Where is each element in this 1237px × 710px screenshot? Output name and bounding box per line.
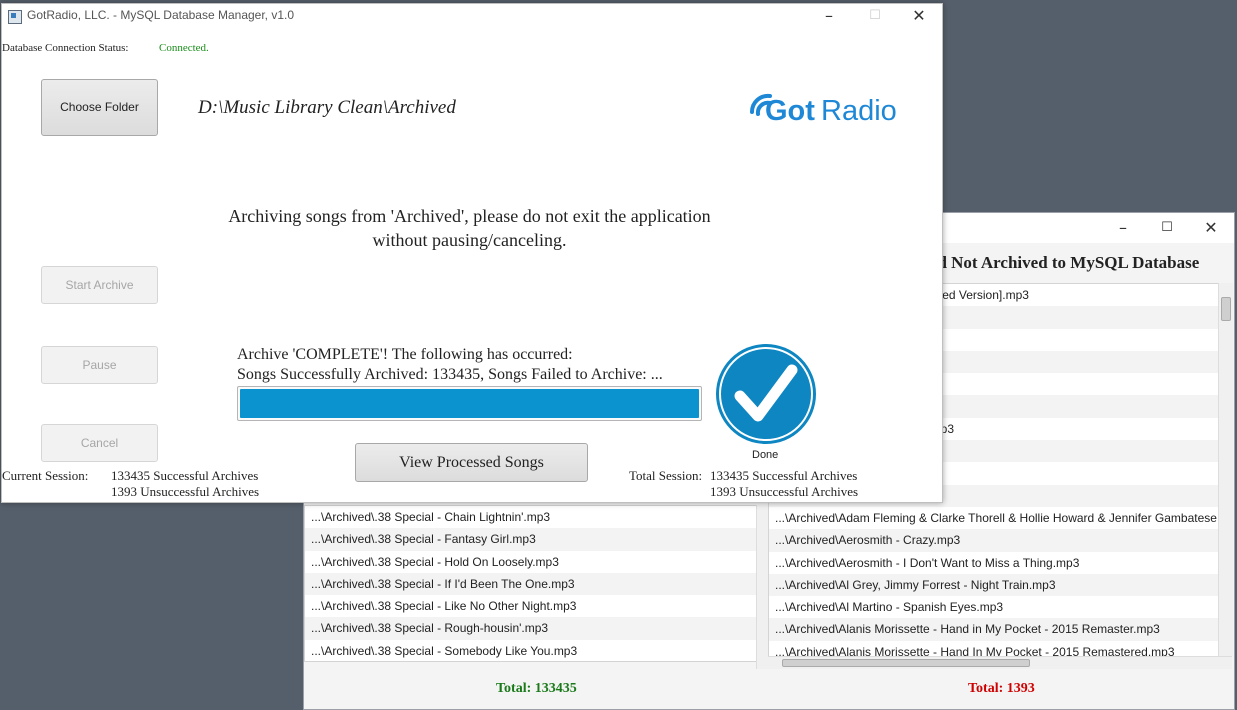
successful-songs-list[interactable]: ...\Archived\.38 Special - Chain Lightni… [304,505,758,662]
list-item[interactable]: ...\Archived\.38 Special - Somebody Like… [305,640,757,661]
choose-folder-button[interactable]: Choose Folder [41,79,158,136]
list-item[interactable]: ...\Archived\.38 Special - Chain Lightni… [305,506,757,528]
close-icon[interactable]: ✕ [896,4,942,30]
start-archive-button[interactable]: Start Archive [41,266,158,304]
list-item[interactable]: ...\Archived\.38 Special - Hold On Loose… [305,551,757,573]
archiving-message-line1: Archiving songs from 'Archived', please … [228,206,711,226]
list-item[interactable]: ...\Archived\Aerosmith - Crazy.mp3 [769,529,1219,552]
result-line2: Songs Successfully Archived: 133435, Son… [237,366,663,383]
pause-button[interactable]: Pause [41,346,158,384]
main-window-titlebar: GotRadio, LLC. - MySQL Database Manager,… [2,4,942,30]
right-list-hscroll-thumb[interactable] [782,659,1030,667]
processed-heading: nd Not Archived to MySQL Database [928,253,1200,272]
cancel-button[interactable]: Cancel [41,424,158,462]
logo-text-bold: Got [765,95,815,127]
maximize-icon[interactable]: ☐ [1144,213,1190,243]
gotradio-logo: Got Radio [749,93,897,127]
archiving-message-line2: without pausing/canceling. [372,230,567,250]
view-processed-songs-button[interactable]: View Processed Songs [355,443,588,482]
list-item[interactable]: ...\Archived\.38 Special - Rough-housin'… [305,617,757,640]
minimize-icon[interactable]: – [1100,213,1146,243]
list-item[interactable]: ...\Archived\Al Grey, Jimmy Forrest - Ni… [769,573,1219,597]
current-session-label: Current Session: [2,468,89,483]
list-item[interactable]: ...\Archived\.38 Special - Fantasy Girl.… [305,528,757,551]
archive-progress-bar [237,386,702,421]
total-session-label: Total Session: [629,468,703,483]
current-unsuccessful: 1393 Unsuccessful Archives [111,484,260,499]
list-item[interactable]: ...\Archived\Alanis Morissette - Hand in… [769,618,1219,641]
right-list-vscrollbar[interactable] [1218,283,1233,656]
total-unsuccessful: 1393 Unsuccessful Archives [710,484,859,499]
current-session-values: 133435 Successful Archives 1393 Unsucces… [111,468,259,500]
connection-status: Connected. [159,42,209,54]
list-item[interactable]: ...\Archived\Aerosmith - I Don't Want to… [769,552,1219,574]
list-item[interactable]: ...\Archived\.38 Special - Like No Other… [305,595,757,617]
progress-fill [240,389,699,418]
checkmark-glyph [719,347,813,441]
connection-label: Database Connection Status: [2,42,129,54]
checkmark-icon [716,344,816,444]
maximize-icon: ☐ [869,8,881,23]
close-icon[interactable]: ✕ [1188,213,1234,243]
list-item[interactable]: ...\Archived\Adam Fleming & Clarke Thore… [769,507,1219,529]
right-list-vscroll-thumb[interactable] [1221,297,1231,321]
window-title: GotRadio, LLC. - MySQL Database Manager,… [27,8,295,22]
done-label: Done [752,449,779,461]
minimize-icon[interactable]: – [806,4,852,30]
main-window: GotRadio, LLC. - MySQL Database Manager,… [1,3,943,503]
total-successful: 133435 Successful Archives [710,468,858,483]
total-failed-label: Total: 1393 [968,681,1035,696]
folder-path: D:\Music Library Clean\Archived [198,97,456,118]
list-item[interactable]: ...\Archived\Al Martino - Spanish Eyes.m… [769,596,1219,618]
app-icon [8,10,22,24]
result-message: Archive 'COMPLETE'! The following has oc… [237,345,707,385]
right-list-hscrollbar[interactable] [768,656,1232,669]
result-line1: Archive 'COMPLETE'! The following has oc… [237,346,573,363]
archiving-message: Archiving songs from 'Archived', please … [2,204,937,252]
logo-text-light: Radio [821,95,897,127]
total-success-label: Total: 133435 [496,681,577,696]
current-successful: 133435 Successful Archives [111,468,259,483]
list-item[interactable]: ...\Archived\.38 Special - If I'd Been T… [305,572,757,596]
total-session-values: 133435 Successful Archives 1393 Unsucces… [710,468,858,500]
